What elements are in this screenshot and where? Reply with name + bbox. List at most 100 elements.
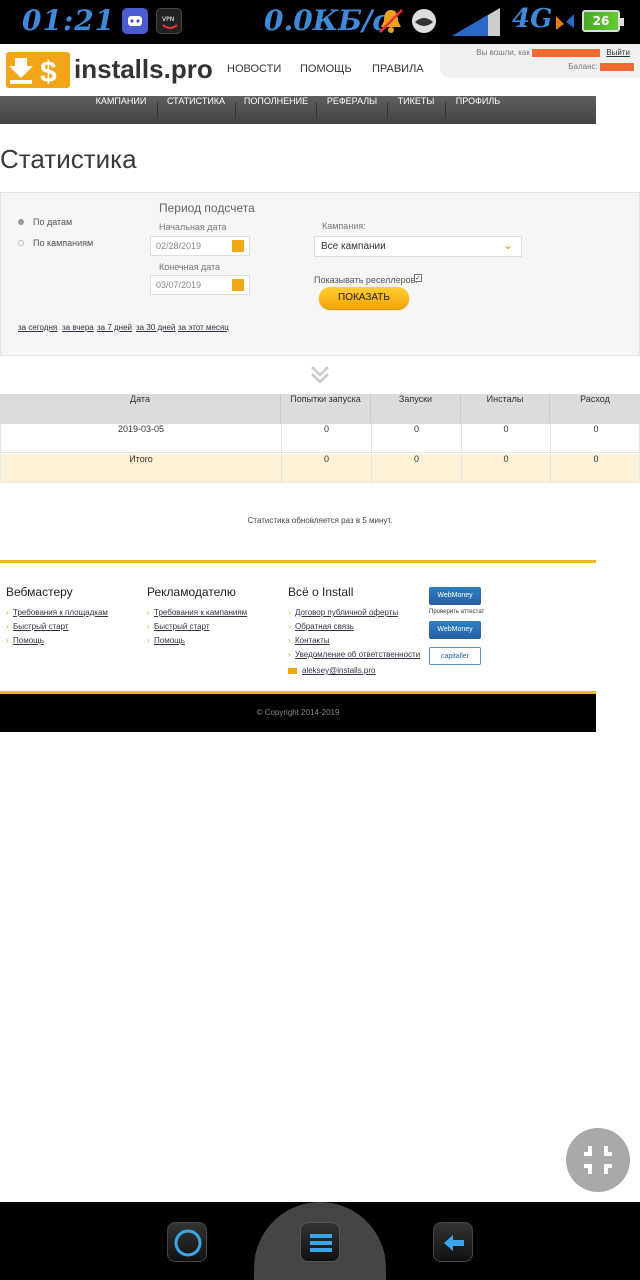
start-date-input[interactable]: 02/28/2019 — [150, 236, 250, 256]
mainnav-tickets[interactable]: ТИКЕТЫ — [390, 96, 442, 124]
capitaller-badge[interactable]: capitaller — [429, 647, 481, 665]
mainnav-referrals[interactable]: РЕФЕРАЛЫ — [319, 96, 385, 124]
divider — [460, 394, 461, 423]
col-date: Дата — [130, 394, 150, 404]
radio-by-dates-label[interactable]: По датам — [33, 217, 72, 227]
divider — [461, 454, 462, 483]
nav-separator — [235, 102, 236, 118]
logged-in-label: Вы вошли, как — [476, 48, 530, 57]
quick-link-yesterday[interactable]: за вчера — [62, 323, 94, 332]
nav-separator — [445, 102, 446, 118]
footer-link-site-requirements[interactable]: Требования к площадкам — [13, 608, 108, 617]
mainnav-profile[interactable]: ПРОФИЛЬ — [448, 96, 508, 124]
divider — [280, 394, 281, 423]
mail-icon — [288, 668, 297, 674]
home-button[interactable] — [167, 1222, 207, 1262]
divider — [371, 424, 372, 453]
footer-link-help[interactable]: Помощь — [13, 636, 44, 645]
end-date-value: 03/07/2019 — [156, 280, 202, 290]
bullet-icon: › — [288, 608, 291, 617]
network-type: 4G — [512, 4, 553, 34]
home-circle-icon — [174, 1229, 202, 1257]
total-launch-attempts: 0 — [323, 454, 329, 464]
total-spend: 0 — [593, 454, 599, 464]
campaign-select[interactable]: Все кампании ⌄ — [314, 236, 522, 257]
footer: Вебмастеру › Требования к площадкам › Бы… — [0, 563, 596, 691]
double-chevron-down-icon[interactable] — [309, 364, 331, 386]
footer-link-campaign-requirements[interactable]: Требования к кампаниям — [154, 608, 247, 617]
show-button[interactable]: ПОКАЗАТЬ — [319, 287, 409, 309]
total-label: Итого — [129, 454, 153, 464]
cell-installs: 0 — [503, 424, 509, 434]
exit-fullscreen-button[interactable] — [566, 1128, 630, 1192]
divider — [371, 454, 372, 483]
webmoney-attested-badge[interactable]: WebMoney — [429, 587, 481, 605]
logo-text[interactable]: installs.pro — [74, 54, 213, 85]
campaign-select-value: Все кампании — [321, 241, 386, 252]
calendar-icon[interactable] — [232, 279, 244, 291]
bullet-icon: › — [147, 608, 150, 617]
notification-bell-icon — [376, 6, 406, 41]
divider — [461, 424, 462, 453]
discord-icon — [122, 8, 148, 34]
logo-icon[interactable]: $ — [6, 52, 70, 89]
total-launches: 0 — [413, 454, 419, 464]
calendar-icon[interactable] — [232, 240, 244, 252]
signal-icon — [448, 4, 504, 43]
status-network-speed: 0.0КБ/с — [264, 4, 390, 37]
divider — [281, 454, 282, 483]
table-header: Дата Попытки запуска Запуски Инсталы Рас… — [0, 394, 640, 424]
quick-link-7-days[interactable]: за 7 дней — [97, 323, 132, 332]
radio-by-campaigns-label[interactable]: По кампаниям — [33, 238, 93, 248]
end-date-label: Конечная дата — [159, 262, 221, 272]
webmoney-accepted-badge[interactable]: WebMoney — [429, 621, 481, 639]
footer-link-contacts[interactable]: Контакты — [295, 636, 330, 645]
mainnav-campaigns[interactable]: КАМПАНИИ — [88, 96, 154, 124]
resellers-checkbox[interactable]: ✓ — [414, 274, 422, 282]
bullet-icon: › — [6, 636, 9, 645]
divider — [281, 424, 282, 453]
menu-lines-icon — [310, 1234, 332, 1252]
footer-link-quick-start-adv[interactable]: Быстрый старт — [154, 622, 210, 631]
bullet-icon: › — [147, 636, 150, 645]
username-redacted — [532, 48, 601, 57]
bullet-icon: › — [6, 622, 9, 631]
whale-icon — [408, 6, 440, 41]
menu-button[interactable] — [300, 1222, 340, 1262]
mainnav-topup[interactable]: ПОПОЛНЕНИЕ — [238, 96, 314, 124]
quick-link-today[interactable]: за сегодня — [18, 323, 57, 332]
footer-about-title: Всё о Install — [288, 585, 354, 599]
back-button[interactable] — [433, 1222, 473, 1262]
check-attestat-caption[interactable]: Проверить аттестат — [429, 609, 484, 615]
navigation-bar — [0, 1202, 640, 1280]
footer-link-disclaimer[interactable]: Уведомление об ответственности — [295, 650, 420, 659]
quick-link-this-month[interactable]: за этот месяц — [178, 323, 229, 332]
mainnav-statistics[interactable]: СТАТИСТИКА — [160, 96, 232, 124]
update-note: Статистика обновляется раз в 5 минут. — [247, 516, 393, 525]
footer-link-feedback[interactable]: Обратная связь — [295, 622, 354, 631]
quick-link-30-days[interactable]: за 30 дней — [136, 323, 175, 332]
footer-link-offer[interactable]: Договор публичной оферты — [295, 608, 398, 617]
nav-rules[interactable]: ПРАВИЛА — [372, 63, 424, 75]
cell-date: 2019-03-05 — [117, 424, 165, 434]
back-arrow-icon — [444, 1235, 464, 1251]
end-date-input[interactable]: 03/07/2019 — [150, 275, 250, 295]
start-date-label: Начальная дата — [159, 222, 227, 232]
bullet-icon: › — [6, 608, 9, 617]
footer-link-quick-start[interactable]: Быстрый старт — [13, 622, 69, 631]
period-title: Период подсчета — [159, 201, 255, 215]
page-title: Статистика — [0, 144, 137, 174]
radio-by-campaigns[interactable] — [18, 240, 24, 246]
cell-spend: 0 — [593, 424, 599, 434]
table-row: 2019-03-05 0 0 0 0 — [0, 424, 640, 453]
footer-link-help-adv[interactable]: Помощь — [154, 636, 185, 645]
copyright: © Copyright 2014-2019 — [0, 694, 596, 732]
radio-by-dates[interactable] — [18, 219, 24, 225]
bullet-icon: › — [288, 650, 291, 659]
nav-news[interactable]: НОВОСТИ — [227, 63, 281, 75]
footer-email[interactable]: aleksey@installs.pro — [302, 666, 375, 675]
nav-help[interactable]: ПОМОЩЬ — [300, 63, 352, 75]
footer-webmaster-title: Вебмастеру — [6, 585, 73, 599]
footer-advertiser-title: Рекламодателю — [147, 585, 236, 599]
logout-link[interactable]: Выйти — [606, 48, 630, 57]
